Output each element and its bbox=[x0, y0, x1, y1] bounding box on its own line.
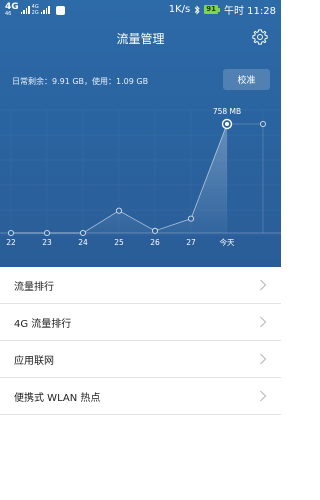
header-panel: 4G 46 4G 2G 1K/s 91 午时 11:28 流量管理 日常剩余：9… bbox=[0, 0, 281, 267]
list-item-app-network[interactable]: 应用联网 bbox=[0, 341, 281, 378]
menu-list: 流量排行 4G 流量排行 应用联网 便携式 WLAN 热点 bbox=[0, 267, 281, 415]
gear-icon[interactable] bbox=[251, 28, 269, 46]
list-item-label: 4G 流量排行 bbox=[14, 319, 72, 330]
network2-indicator: 4G 2G bbox=[32, 4, 39, 16]
x-tick-label: 今天 bbox=[220, 237, 235, 247]
bluetooth-icon bbox=[194, 4, 200, 15]
network-sub: 46 bbox=[5, 11, 12, 17]
x-tick-label: 25 bbox=[114, 238, 124, 247]
network-indicator: 4G 46 bbox=[5, 3, 19, 17]
list-item-label: 应用联网 bbox=[14, 356, 54, 367]
list-item-label: 流量排行 bbox=[14, 282, 54, 293]
x-tick-label: 24 bbox=[78, 238, 88, 247]
status-bar: 4G 46 4G 2G 1K/s 91 午时 11:28 bbox=[0, 0, 281, 20]
chevron-right-icon bbox=[260, 390, 267, 402]
data-label-today: 758 MB bbox=[213, 107, 241, 116]
signal-icon bbox=[20, 6, 30, 14]
chevron-right-icon bbox=[260, 353, 267, 365]
usage-summary: 日常剩余：9.91 GB，使用：1.09 GB bbox=[12, 77, 149, 86]
battery-level: 91 bbox=[204, 5, 218, 14]
data-point bbox=[79, 229, 87, 237]
x-tick-label: 22 bbox=[6, 238, 16, 247]
status-right: 1K/s 91 午时 11:28 bbox=[169, 2, 276, 17]
page-title: 流量管理 bbox=[116, 32, 165, 46]
clock: 午时 11:28 bbox=[224, 6, 276, 17]
chevron-right-icon bbox=[260, 316, 267, 328]
signal2-icon bbox=[40, 6, 50, 14]
data-point-today-dot bbox=[225, 122, 229, 126]
x-tick-label: 26 bbox=[150, 238, 160, 247]
data-point bbox=[151, 227, 159, 234]
data-point bbox=[115, 207, 123, 214]
data-point bbox=[187, 215, 195, 222]
title-bar: 流量管理 bbox=[0, 26, 281, 50]
network2-bottom: 2G bbox=[31, 10, 39, 16]
notification-app-icon bbox=[55, 5, 65, 15]
battery-icon: 91 bbox=[204, 5, 220, 14]
x-tick-label: 23 bbox=[42, 238, 52, 247]
status-left: 4G 46 4G 2G bbox=[5, 3, 65, 17]
data-point bbox=[7, 229, 15, 237]
calibrate-button[interactable]: 校准 bbox=[223, 69, 270, 90]
list-item-wlan-hotspot[interactable]: 便携式 WLAN 热点 bbox=[0, 378, 281, 415]
usage-chart: 22 23 24 25 26 27 今天 758 MB bbox=[0, 107, 281, 247]
x-tick-label: 27 bbox=[186, 238, 196, 247]
list-item-label: 便携式 WLAN 热点 bbox=[14, 393, 101, 404]
data-point bbox=[43, 229, 51, 237]
chevron-right-icon bbox=[260, 279, 267, 291]
data-point bbox=[259, 120, 267, 128]
net-speed: 1K/s bbox=[168, 4, 191, 15]
list-item-4g-ranking[interactable]: 4G 流量排行 bbox=[0, 304, 281, 341]
list-item-traffic-ranking[interactable]: 流量排行 bbox=[0, 267, 281, 304]
